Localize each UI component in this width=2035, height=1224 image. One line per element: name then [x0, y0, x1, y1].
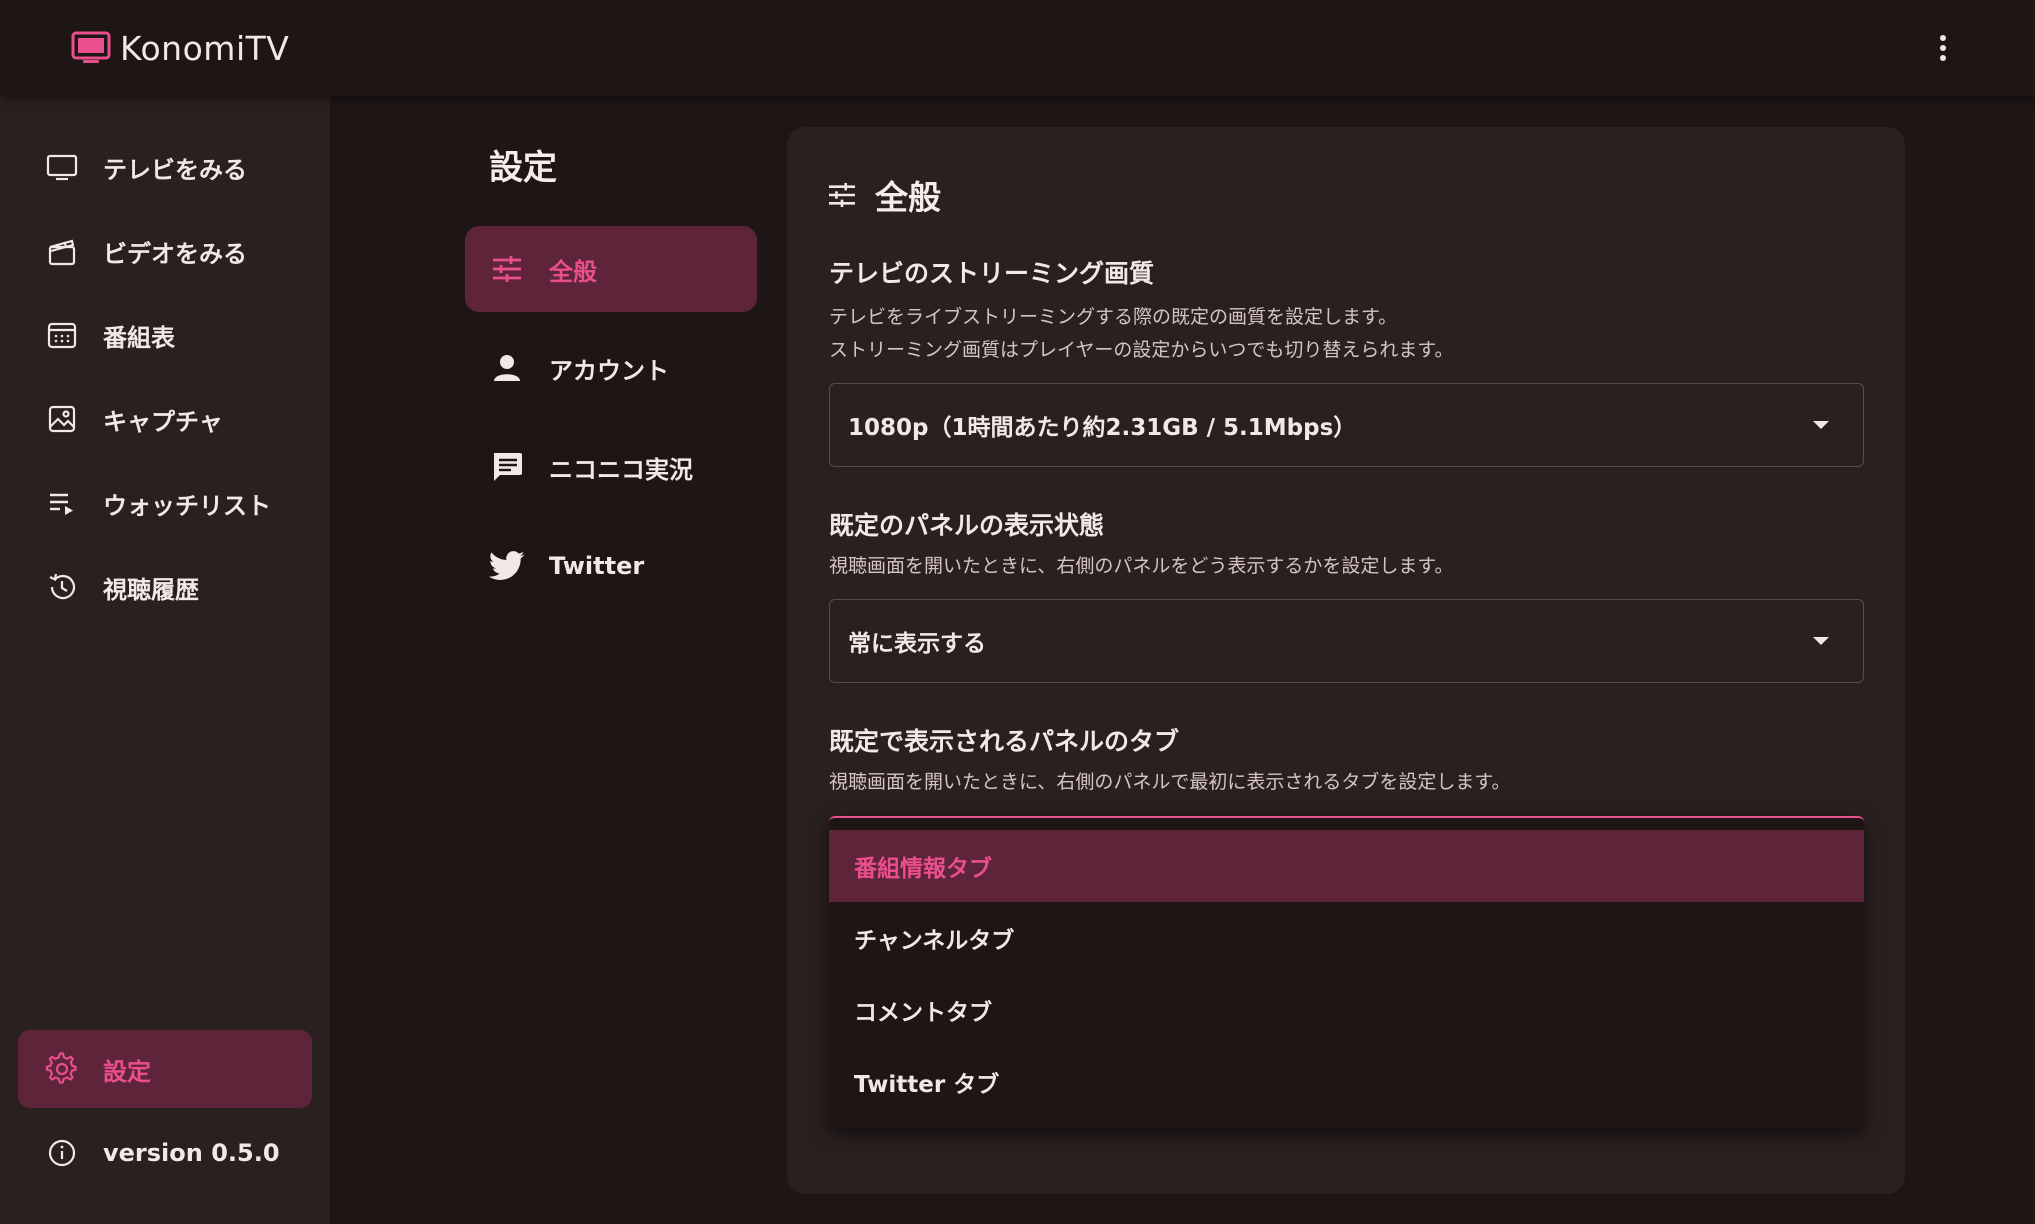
nav-item-capture[interactable]: キャプチャ [18, 380, 312, 458]
select-value: 常に表示する [848, 631, 986, 657]
nav-item-tv[interactable]: テレビをみる [18, 128, 312, 206]
history-icon [44, 569, 80, 605]
nav-item-version[interactable]: version 0.5.0 [18, 1114, 312, 1192]
sliders-icon [489, 251, 525, 287]
setting-desc-stream-quality: テレビをライブストリーミングする際の既定の画質を設定します。 ストリーミング画質… [829, 301, 1454, 367]
twitter-icon [489, 548, 525, 584]
nav-item-settings[interactable]: 設定 [18, 1030, 312, 1108]
setting-title-panel-state: 既定のパネルの表示状態 [829, 511, 1105, 540]
nav-item-watchlist[interactable]: ウォッチリスト [18, 464, 312, 542]
nav-item-label: ウォッチリスト [103, 491, 271, 520]
nav-item-video[interactable]: ビデオをみる [18, 212, 312, 290]
panel-tab-dropdown-menu: 番組情報タブ チャンネルタブ コメントタブ Twitter タブ [829, 816, 1864, 1128]
nav-item-history[interactable]: 視聴履歴 [18, 548, 312, 626]
caret-down-icon [1813, 421, 1829, 429]
settings-nav-label: アカウント [549, 356, 669, 385]
page-title: 設定 [489, 148, 557, 188]
caret-down-icon [1813, 637, 1829, 645]
setting-title-stream-quality: テレビのストリーミング画質 [829, 259, 1155, 288]
calendar-grid-icon [44, 317, 80, 353]
nav-item-label: 番組表 [103, 323, 175, 352]
setting-desc-panel-state: 視聴画面を開いたときに、右側のパネルをどう表示するかを設定します。 [829, 550, 1454, 583]
nav-item-label: version 0.5.0 [103, 1139, 280, 1167]
setting-desc-line: 視聴画面を開いたときに、右側のパネルで最初に表示されるタブを設定します。 [829, 771, 1511, 793]
dropdown-option[interactable]: コメントタブ [829, 974, 1864, 1046]
settings-nav-general[interactable]: 全般 [465, 226, 757, 312]
nav-item-label: 視聴履歴 [103, 575, 199, 604]
settings-nav-twitter[interactable]: Twitter [465, 523, 757, 609]
setting-desc-line: テレビをライブストリーミングする際の既定の画質を設定します。 [829, 306, 1398, 328]
tv-icon [44, 149, 80, 185]
settings-nav-label: ニコニコ実況 [549, 455, 693, 484]
video-clapperboard-icon [44, 233, 80, 269]
stream-quality-select[interactable]: 1080p（1時間あたり約2.31GB / 5.1Mbps） [829, 383, 1864, 467]
sliders-icon [827, 182, 857, 208]
info-icon [44, 1135, 80, 1171]
nav-item-timetable[interactable]: 番組表 [18, 296, 312, 374]
nav-item-label: 設定 [103, 1057, 151, 1086]
settings-nav-niconico[interactable]: ニコニコ実況 [465, 424, 757, 510]
app-title: KonomiTV [120, 28, 290, 68]
comment-icon [489, 449, 525, 485]
app-logo[interactable]: KonomiTV [71, 28, 289, 68]
main-nav: テレビをみる ビデオをみる 番組表 キャプチャ ウォッチリスト 視聴履歴 設定 … [0, 96, 330, 1224]
nav-item-label: ビデオをみる [103, 239, 247, 268]
image-icon [44, 401, 80, 437]
dropdown-option[interactable]: チャンネルタブ [829, 902, 1864, 974]
select-value: 1080p（1時間あたり約2.31GB / 5.1Mbps） [848, 415, 1357, 441]
playlist-icon [44, 485, 80, 521]
settings-nav-label: 全般 [549, 257, 597, 286]
more-vertical-icon[interactable] [1926, 28, 1960, 68]
settings-nav-label: Twitter [549, 552, 645, 580]
setting-title-panel-tab: 既定で表示されるパネルのタブ [829, 727, 1180, 756]
gear-icon [44, 1051, 80, 1087]
dropdown-option[interactable]: Twitter タブ [829, 1046, 1864, 1118]
nav-item-label: キャプチャ [103, 407, 223, 436]
tv-icon [71, 30, 111, 66]
app-header: KonomiTV [0, 0, 2035, 96]
panel-state-select[interactable]: 常に表示する [829, 599, 1864, 683]
dropdown-option[interactable]: 番組情報タブ [829, 830, 1864, 902]
setting-desc-line: ストリーミング画質はプレイヤーの設定からいつでも切り替えられます。 [829, 339, 1454, 361]
settings-nav-account[interactable]: アカウント [465, 325, 757, 411]
user-icon [489, 350, 525, 386]
nav-item-label: テレビをみる [103, 155, 247, 184]
section-title: 全般 [875, 178, 941, 217]
setting-desc-line: 視聴画面を開いたときに、右側のパネルをどう表示するかを設定します。 [829, 555, 1454, 577]
section-header: 全般 [827, 171, 941, 219]
setting-desc-panel-tab: 視聴画面を開いたときに、右側のパネルで最初に表示されるタブを設定します。 [829, 766, 1511, 799]
